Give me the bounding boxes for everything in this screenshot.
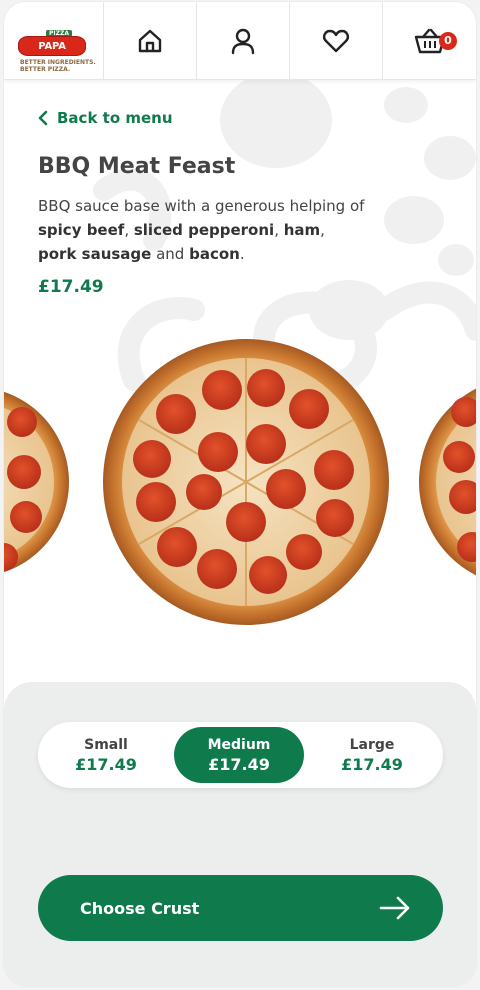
product-description: BBQ sauce base with a generous helping o…	[38, 197, 365, 263]
size-option-small[interactable]: Small £17.49	[41, 727, 171, 783]
logo-tagline: BETTER INGREDIENTS. BETTER PIZZA.	[20, 59, 96, 73]
size-selector: Small £17.49 Medium £17.49 Large £17.49	[38, 722, 443, 788]
size-option-large[interactable]: Large £17.49	[307, 727, 437, 783]
choose-crust-label: Choose Crust	[80, 898, 200, 918]
size-name: Large	[349, 736, 395, 753]
arrow-right-icon	[379, 896, 410, 920]
logo-wordmark: PAPA JOHN'S	[18, 36, 86, 72]
account-icon	[231, 28, 255, 55]
product-title: BBQ Meat Feast	[38, 154, 236, 179]
pizza-image	[103, 339, 389, 625]
nav-basket[interactable]: 0	[383, 2, 476, 80]
chevron-left-icon	[38, 110, 48, 126]
order-panel: Small £17.49 Medium £17.49 Large £17.49 …	[4, 682, 476, 986]
pizza-carousel[interactable]	[4, 332, 476, 642]
size-name: Medium	[207, 736, 271, 753]
home-icon	[138, 29, 162, 53]
app-screen: PIZZA PAPA JOHN'S BETTER INGREDIENTS. BE…	[4, 2, 476, 986]
size-price: £17.49	[341, 754, 403, 774]
size-name: Small	[84, 736, 128, 753]
pizza-image-previous	[4, 391, 69, 573]
nav-favourites[interactable]	[290, 2, 383, 80]
pizza-image-next	[419, 388, 476, 576]
cart-count-badge: 0	[439, 32, 457, 50]
product-price: £17.49	[38, 277, 104, 297]
size-price: £17.49	[75, 754, 137, 774]
nav-home[interactable]	[104, 2, 197, 80]
size-option-medium[interactable]: Medium £17.49	[174, 727, 304, 783]
back-to-menu-link[interactable]: Back to menu	[38, 109, 173, 127]
choose-crust-button[interactable]: Choose Crust	[38, 875, 443, 941]
top-nav: PIZZA PAPA JOHN'S BETTER INGREDIENTS. BE…	[4, 2, 476, 80]
back-to-menu-label: Back to menu	[57, 109, 173, 127]
heart-icon	[322, 29, 350, 53]
brand-logo[interactable]: PIZZA PAPA JOHN'S BETTER INGREDIENTS. BE…	[4, 2, 104, 80]
nav-account[interactable]	[197, 2, 290, 80]
size-price: £17.49	[208, 754, 270, 774]
